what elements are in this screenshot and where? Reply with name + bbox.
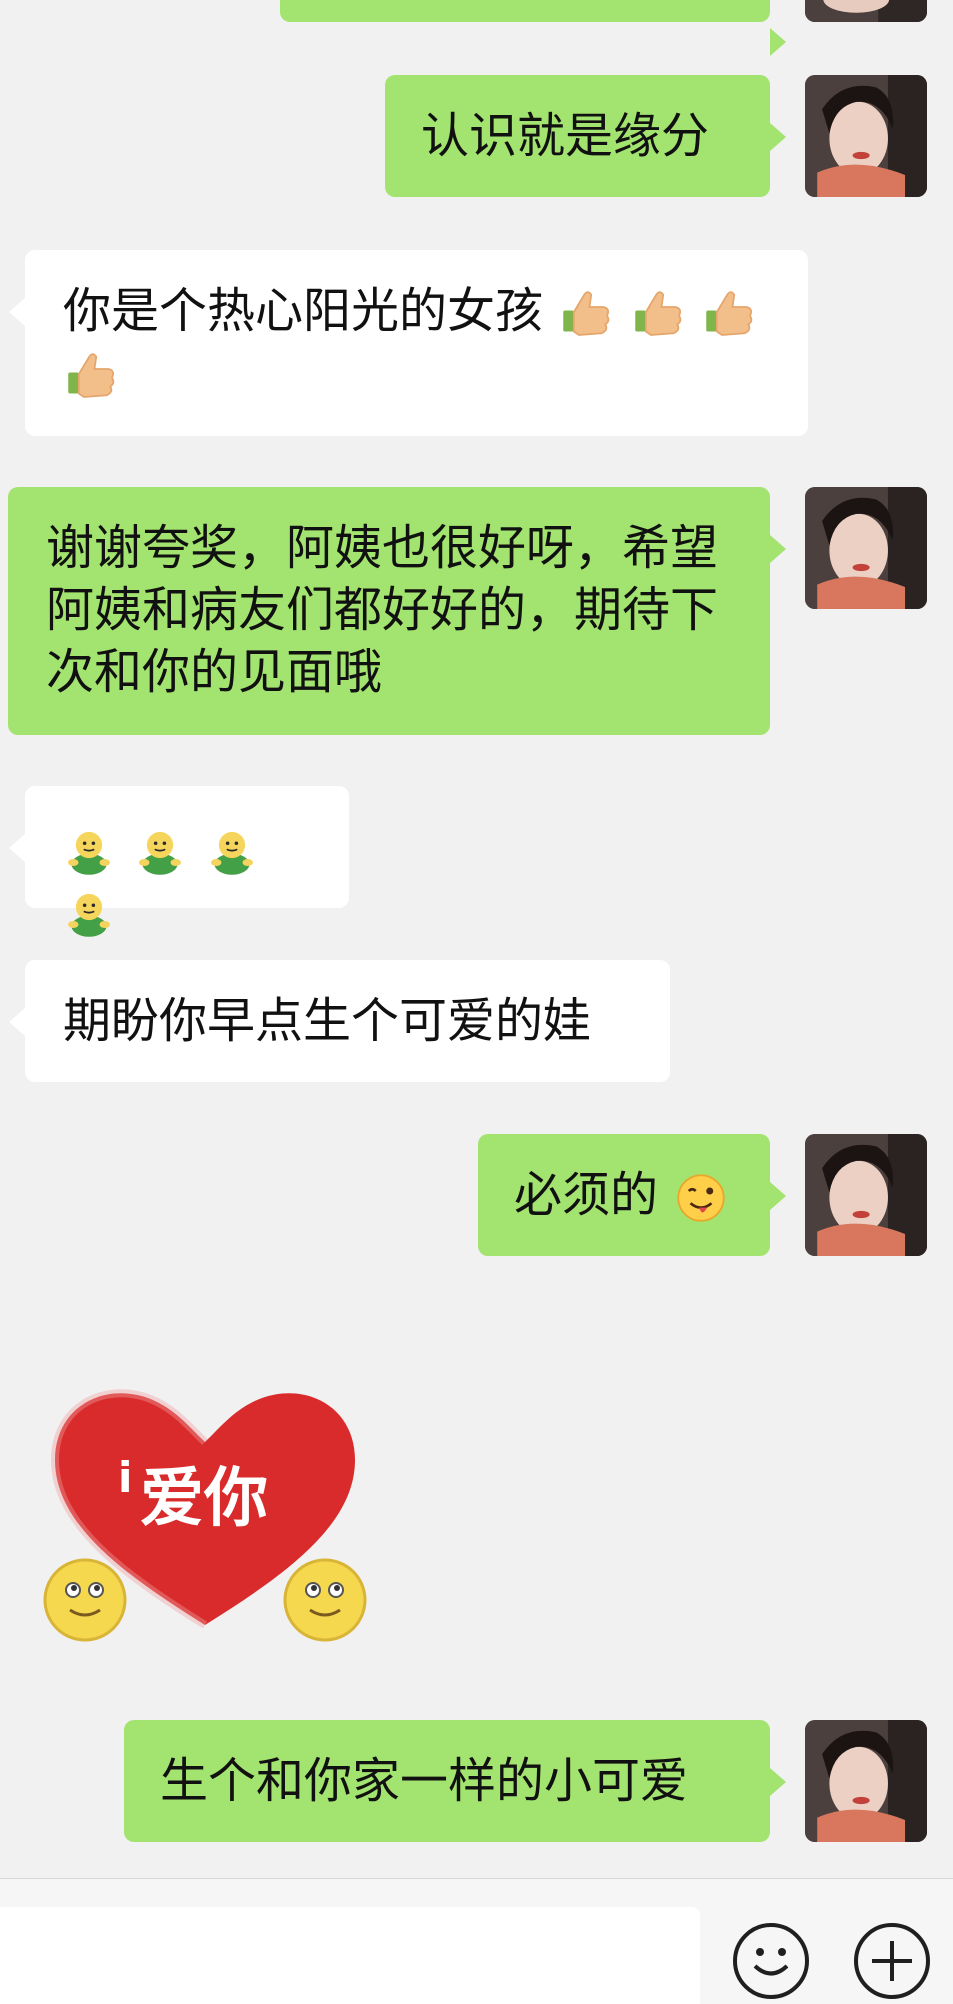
thumbs-up-icon — [630, 286, 686, 342]
smiling-green-figure-icon — [61, 824, 117, 880]
smiling-green-figure-icon — [132, 824, 188, 880]
chat-input-bar — [0, 1878, 953, 2004]
message-bubble[interactable] — [9, 786, 349, 937]
plus-icon[interactable] — [852, 1921, 932, 2001]
avatar-image — [805, 487, 927, 609]
smiling-green-figure-icon — [61, 886, 117, 942]
message-bubble[interactable]: 期盼你早点生个可爱的娃 — [9, 960, 670, 1082]
avatar[interactable] — [805, 1720, 927, 1842]
thumbs-up-icon — [558, 286, 614, 342]
message-bubble[interactable]: 你是个热心阳光的女孩 — [9, 250, 808, 436]
message-bubble[interactable]: 谢谢夸奖，阿姨也很好呀，希望阿姨和病友们都好好的，期待下次和你的见面哦 — [8, 487, 786, 735]
emoji-icon[interactable] — [731, 1921, 811, 2001]
message-input[interactable] — [0, 1907, 700, 2004]
message-text: 你是个热心阳光的女孩 — [63, 283, 544, 339]
message-text: 谢谢夸奖，阿姨也很好呀，希望阿姨和病友们都好好的，期待下次和你的见面哦 — [46, 520, 719, 700]
chat-area: 认识就是缘分 你是个热心阳光的女孩 谢谢夸奖，阿姨也很好呀，希望阿姨和病友们都好… — [0, 0, 953, 1878]
winking-tongue-icon — [673, 1170, 729, 1226]
message-text: 必须的 — [514, 1167, 659, 1223]
thumbs-up-icon — [701, 286, 757, 342]
avatar-image — [805, 75, 927, 197]
thumbs-up-icon — [63, 348, 119, 404]
smiling-green-figure-icon — [204, 824, 260, 880]
avatar-image — [805, 0, 927, 22]
message-text: 期盼你早点生个可爱的娃 — [63, 993, 592, 1049]
sticker-prefix: i — [118, 1453, 132, 1502]
message-bubble-partial[interactable] — [280, 0, 786, 56]
message-bubble[interactable]: 必须的 — [478, 1134, 786, 1256]
message-text: 生个和你家一样的小可爱 — [160, 1753, 689, 1809]
avatar-partial[interactable] — [805, 0, 927, 22]
avatar-image — [805, 1134, 927, 1256]
avatar-image — [805, 1720, 927, 1842]
avatar[interactable] — [805, 1134, 927, 1256]
message-bubble[interactable]: 认识就是缘分 — [385, 75, 786, 197]
avatar[interactable] — [805, 75, 927, 197]
ai-ni-heart-sticker[interactable]: i 爱你 — [30, 1370, 380, 1660]
sticker-image: i 爱你 — [43, 1389, 367, 1642]
smiley-right-icon — [283, 1558, 367, 1642]
smiley-left-icon — [43, 1558, 127, 1642]
avatar[interactable] — [805, 487, 927, 609]
message-text: 认识就是缘分 — [421, 108, 710, 164]
message-bubble[interactable]: 生个和你家一样的小可爱 — [124, 1720, 786, 1842]
sticker-text: 爱你 — [140, 1462, 268, 1536]
